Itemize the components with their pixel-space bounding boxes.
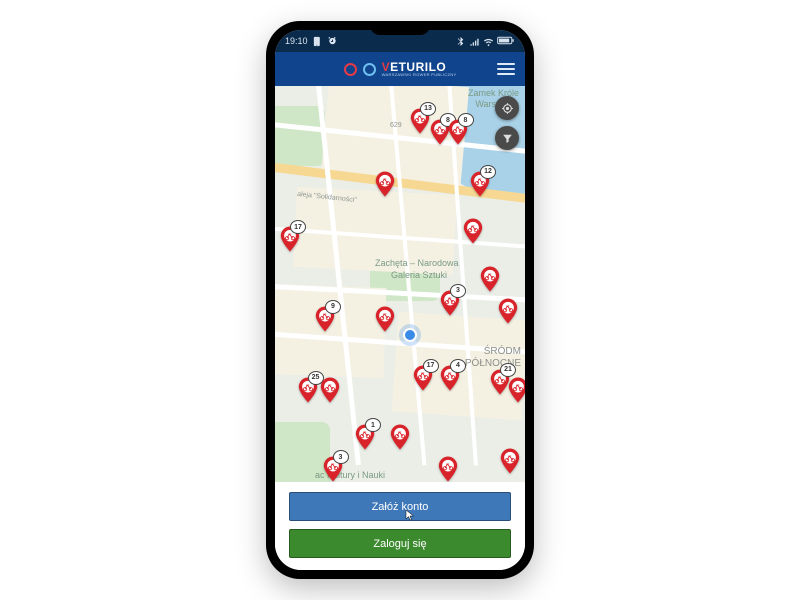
logo-wheel-icon bbox=[344, 63, 357, 76]
station-pin[interactable]: 9 bbox=[315, 306, 335, 332]
station-pin[interactable]: 12 bbox=[470, 171, 490, 197]
station-pin[interactable] bbox=[438, 456, 458, 482]
station-pin[interactable]: 17 bbox=[413, 365, 433, 391]
cursor-icon bbox=[404, 509, 416, 525]
map-label: ŚRÓDM bbox=[484, 346, 521, 357]
map-label: Zachęta – Narodowa bbox=[375, 258, 459, 268]
station-pin[interactable]: 4 bbox=[440, 365, 460, 391]
pin-count: 17 bbox=[423, 359, 439, 373]
station-pin[interactable] bbox=[480, 266, 500, 292]
pin-count: 3 bbox=[333, 450, 349, 464]
station-pin[interactable]: 13 bbox=[410, 108, 430, 134]
button-label: Zaloguj się bbox=[373, 538, 426, 550]
battery-icon bbox=[497, 36, 515, 47]
screen: 19:10 bbox=[275, 30, 525, 570]
create-account-button[interactable]: Załóż konto bbox=[289, 492, 511, 521]
locate-button[interactable] bbox=[495, 96, 519, 120]
station-pin[interactable]: 3 bbox=[440, 290, 460, 316]
pin-count: 3 bbox=[450, 284, 466, 298]
menu-icon[interactable] bbox=[497, 63, 515, 75]
station-pin[interactable]: 3 bbox=[323, 456, 343, 482]
station-pin[interactable]: 25 bbox=[298, 377, 318, 403]
pin-count: 17 bbox=[290, 220, 306, 234]
phone-frame: 19:10 bbox=[266, 21, 534, 579]
brand-tagline: WARSZAWSKI ROWER PUBLICZNY bbox=[382, 73, 457, 77]
alarm-icon bbox=[327, 36, 338, 47]
station-pin[interactable] bbox=[320, 377, 340, 403]
logo-wheel-icon bbox=[363, 63, 376, 76]
map-label: Galeria Sztuki bbox=[391, 270, 447, 280]
station-pin[interactable] bbox=[375, 306, 395, 332]
signal-icon bbox=[469, 36, 480, 47]
pin-count: 4 bbox=[450, 359, 466, 373]
pin-count: 13 bbox=[420, 102, 436, 116]
station-pin[interactable] bbox=[463, 218, 483, 244]
bluetooth-icon bbox=[455, 36, 466, 47]
brand-logo[interactable]: VETURILO WARSZAWSKI ROWER PUBLICZNY bbox=[344, 61, 457, 77]
login-button[interactable]: Zaloguj się bbox=[289, 529, 511, 558]
pin-count: 12 bbox=[480, 165, 496, 179]
pin-count: 8 bbox=[458, 113, 474, 127]
app-header: VETURILO WARSZAWSKI ROWER PUBLICZNY bbox=[275, 52, 525, 86]
button-label: Załóż konto bbox=[372, 501, 429, 513]
map-label: 629 bbox=[390, 122, 402, 129]
phone-icon bbox=[312, 36, 323, 47]
filter-button[interactable] bbox=[495, 126, 519, 150]
pin-count: 9 bbox=[325, 300, 341, 314]
wifi-icon bbox=[483, 36, 494, 47]
station-pin[interactable] bbox=[390, 424, 410, 450]
station-pin[interactable] bbox=[498, 298, 518, 324]
station-pin[interactable] bbox=[508, 377, 526, 403]
user-location-dot bbox=[403, 328, 417, 342]
station-pin[interactable] bbox=[500, 448, 520, 474]
pin-count: 21 bbox=[500, 363, 516, 377]
station-pin[interactable]: 1 bbox=[355, 424, 375, 450]
time-label: 19:10 bbox=[285, 36, 308, 46]
station-pin[interactable]: 8 bbox=[448, 119, 468, 145]
pin-count: 1 bbox=[365, 418, 381, 432]
bottom-sheet: Załóż konto Zaloguj się bbox=[275, 482, 525, 570]
map-view[interactable]: Zamek Króle Warszawie aleja "Solidarnośc… bbox=[275, 86, 525, 482]
station-pin[interactable]: 17 bbox=[280, 226, 300, 252]
notch bbox=[370, 23, 430, 35]
station-pin[interactable] bbox=[375, 171, 395, 197]
